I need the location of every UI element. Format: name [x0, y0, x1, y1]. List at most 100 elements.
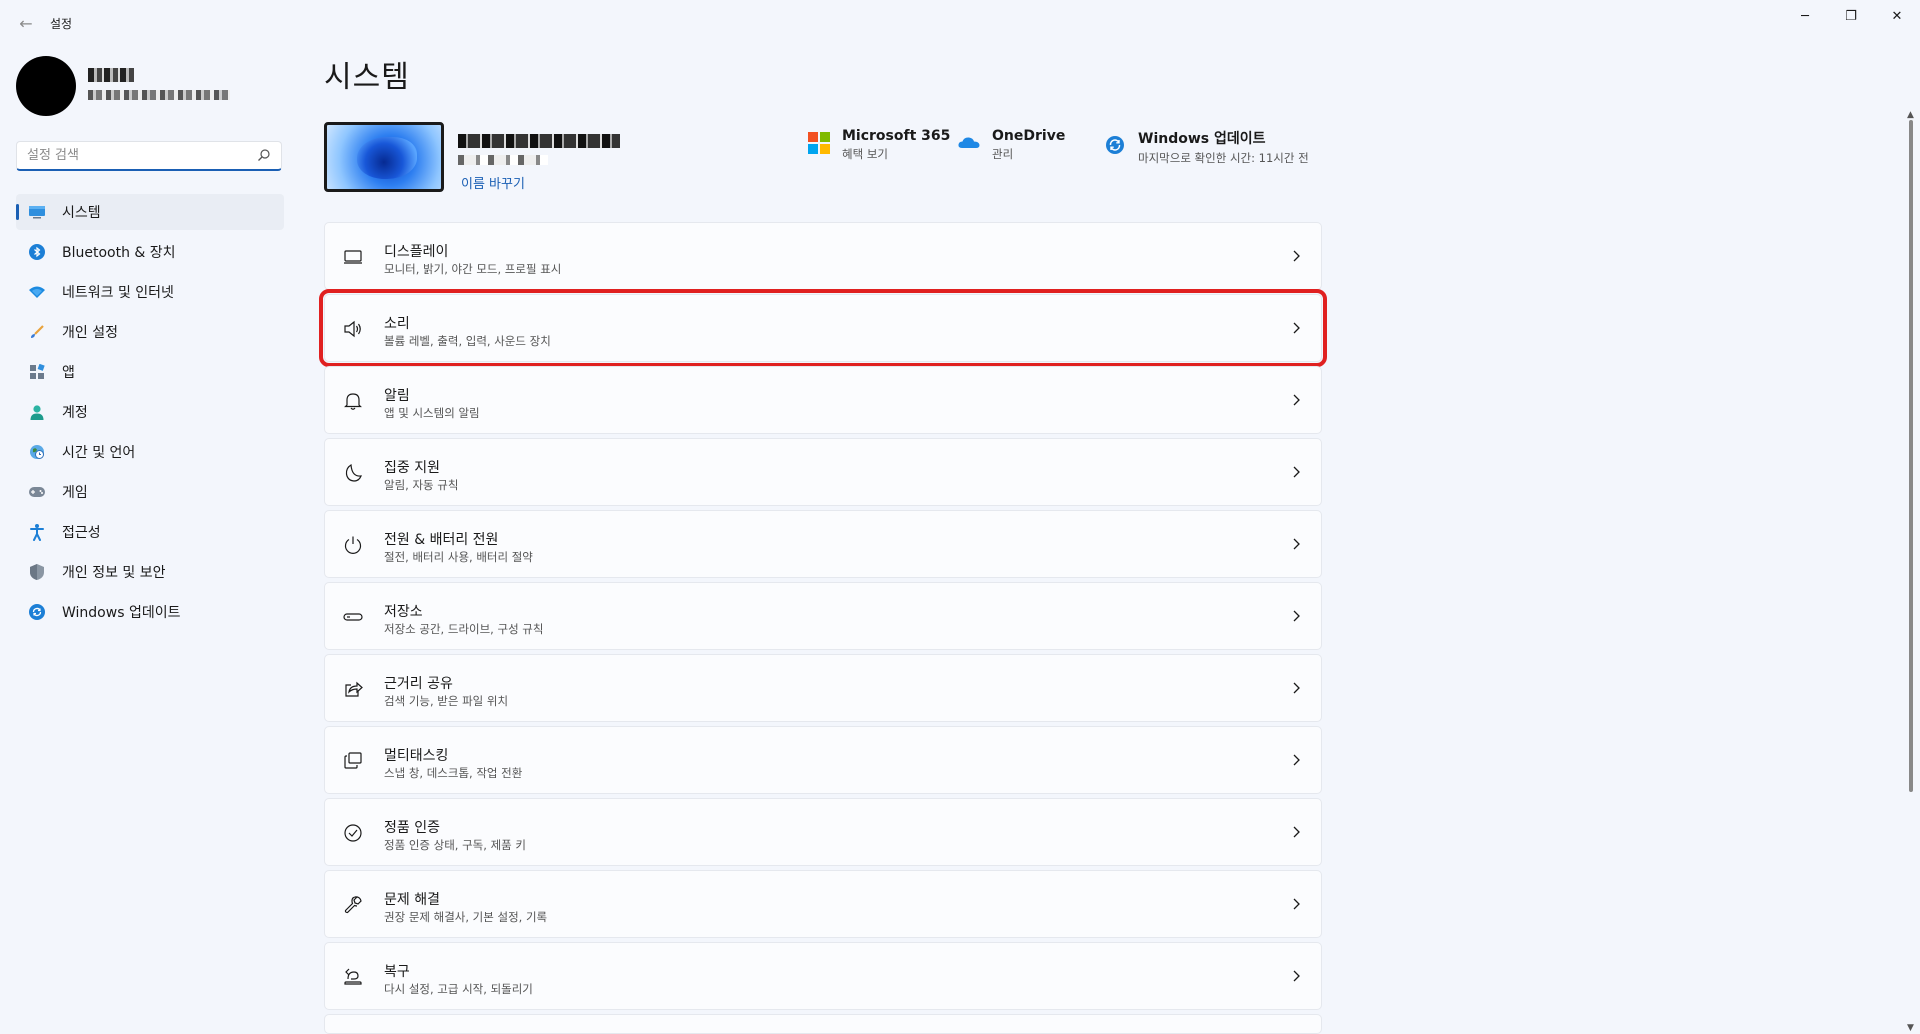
avatar[interactable] [16, 56, 76, 116]
settings-card-recovery[interactable]: 복구 다시 설정, 고급 시작, 되돌리기 [324, 942, 1322, 1010]
speaker-icon [344, 320, 361, 338]
settings-card-display[interactable]: 디스플레이 모니터, 밝기, 야간 모드, 프로필 표시 [324, 222, 1322, 290]
wifi-icon [28, 283, 46, 301]
bell-icon [344, 393, 362, 410]
sidebar-item-bluetooth[interactable]: Bluetooth & 장치 [16, 234, 284, 270]
page-title: 시스템 [324, 60, 410, 95]
quick-link-microsoft-365[interactable]: Microsoft 365 혜택 보기 [808, 128, 950, 162]
update-icon [1106, 136, 1124, 154]
user-name-redacted [88, 68, 134, 82]
sidebar-item-label: 네트워크 및 인터넷 [62, 285, 174, 301]
minimize-button[interactable]: ─ [1782, 0, 1828, 32]
sidebar-item-accessibility[interactable]: 접근성 [16, 514, 284, 550]
sidebar-item-label: 접근성 [62, 525, 101, 541]
card-title: 디스플레이 [384, 244, 449, 260]
close-button[interactable]: ✕ [1874, 0, 1920, 32]
search-box[interactable] [16, 141, 282, 171]
card-title: 복구 [384, 964, 410, 980]
sidebar-item-label: Bluetooth & 장치 [62, 245, 176, 261]
quick-link-title: Microsoft 365 [842, 128, 951, 144]
quick-link-subtitle: 혜택 보기 [842, 147, 888, 161]
back-arrow-icon: ← [19, 13, 33, 33]
chevron-right-icon [1293, 610, 1300, 622]
settings-card-troubleshoot[interactable]: 문제 해결 권장 문제 해결사, 기본 설정, 기록 [324, 870, 1322, 938]
sidebar-item-windows-update[interactable]: Windows 업데이트 [16, 594, 284, 630]
chevron-right-icon [1293, 682, 1300, 694]
minimize-icon: ─ [1801, 8, 1809, 24]
scroll-up-arrow-icon[interactable]: ▲ [1907, 110, 1914, 120]
search-input[interactable] [17, 142, 257, 168]
chevron-right-icon [1293, 754, 1300, 766]
chevron-right-icon [1293, 898, 1300, 910]
share-icon [345, 681, 363, 697]
chevron-right-icon [1293, 970, 1300, 982]
account-icon [28, 403, 46, 421]
settings-card-partial[interactable] [324, 1014, 1322, 1034]
sidebar-item-apps[interactable]: 앱 [16, 354, 284, 390]
card-title: 정품 인증 [384, 820, 440, 836]
settings-card-sound[interactable]: 소리 볼륨 레벨, 출력, 입력, 사운드 장치 [319, 289, 1327, 367]
settings-card-multitasking[interactable]: 멀티태스킹 스냅 창, 데스크톱, 작업 전환 [324, 726, 1322, 794]
display-icon [344, 250, 362, 264]
sidebar-item-label: 시간 및 언어 [62, 445, 136, 461]
card-subtitle: 스냅 창, 데스크톱, 작업 전환 [384, 766, 523, 780]
card-subtitle: 정품 인증 상태, 구독, 제품 키 [384, 838, 526, 852]
card-subtitle: 절전, 배터리 사용, 배터리 절약 [384, 550, 533, 564]
scroll-thumb[interactable] [1909, 120, 1913, 792]
power-icon [344, 536, 362, 554]
settings-card-activation[interactable]: 정품 인증 정품 인증 상태, 구독, 제품 키 [324, 798, 1322, 866]
sidebar-item-privacy[interactable]: 개인 정보 및 보안 [16, 554, 284, 590]
sidebar-item-time-language[interactable]: 시간 및 언어 [16, 434, 284, 470]
restore-icon: ❐ [1845, 8, 1857, 24]
card-title: 멀티태스킹 [384, 748, 449, 764]
card-subtitle: 다시 설정, 고급 시작, 되돌리기 [384, 982, 533, 996]
device-model-redacted [458, 155, 548, 165]
microsoft-logo-icon [808, 132, 830, 154]
settings-card-notifications[interactable]: 알림 앱 및 시스템의 알림 [324, 366, 1322, 434]
accessibility-icon [28, 523, 46, 541]
quick-link-subtitle: 관리 [992, 147, 1014, 161]
card-title: 소리 [384, 316, 410, 332]
brush-icon [28, 323, 46, 341]
card-title: 전원 & 배터리 전원 [384, 532, 499, 548]
quick-link-onedrive[interactable]: OneDrive 관리 [958, 128, 1065, 162]
vertical-scrollbar[interactable]: ▲ ▼ [1904, 104, 1918, 1033]
shield-icon [28, 563, 46, 581]
card-subtitle: 볼륨 레벨, 출력, 입력, 사운드 장치 [384, 334, 551, 348]
back-button[interactable]: ← [12, 10, 40, 36]
sidebar-item-label: 개인 설정 [62, 325, 118, 341]
sidebar-item-gaming[interactable]: 게임 [16, 474, 284, 510]
multitask-icon [344, 752, 362, 769]
sidebar-item-network[interactable]: 네트워크 및 인터넷 [16, 274, 284, 310]
card-title: 집중 지원 [384, 460, 440, 476]
sidebar-item-label: 게임 [62, 485, 88, 501]
card-subtitle: 앱 및 시스템의 알림 [384, 406, 480, 420]
settings-card-focus-assist[interactable]: 집중 지원 알림, 자동 규칙 [324, 438, 1322, 506]
quick-link-title: OneDrive [992, 128, 1066, 144]
rename-link[interactable]: 이름 바꾸기 [461, 173, 525, 192]
update-icon [28, 603, 46, 621]
sidebar-item-label: 시스템 [62, 205, 101, 221]
check-circle-icon [344, 824, 362, 842]
card-subtitle: 알림, 자동 규칙 [384, 478, 459, 492]
bluetooth-icon [28, 243, 46, 261]
sidebar-item-personalization[interactable]: 개인 설정 [16, 314, 284, 350]
search-icon[interactable] [257, 148, 271, 162]
settings-card-nearby-sharing[interactable]: 근거리 공유 검색 기능, 받은 파일 위치 [324, 654, 1322, 722]
sidebar-item-accounts[interactable]: 계정 [16, 394, 284, 430]
settings-card-power[interactable]: 전원 & 배터리 전원 절전, 배터리 사용, 배터리 절약 [324, 510, 1322, 578]
quick-link-windows-update[interactable]: Windows 업데이트 마지막으로 확인한 시간: 11시간 전 [1104, 128, 1324, 166]
maximize-button[interactable]: ❐ [1828, 0, 1874, 32]
chevron-right-icon [1293, 466, 1300, 478]
quick-link-subtitle: 마지막으로 확인한 시간: 11시간 전 [1138, 151, 1309, 165]
scroll-down-arrow-icon[interactable]: ▼ [1907, 1023, 1914, 1033]
user-email-redacted [88, 90, 230, 100]
device-wallpaper-thumbnail [324, 122, 444, 192]
sidebar-nav: 시스템 Bluetooth & 장치 네트워크 및 인터넷 개인 설정 앱 계정… [16, 194, 284, 634]
sidebar-item-system[interactable]: 시스템 [16, 194, 284, 230]
settings-card-storage[interactable]: 저장소 저장소 공간, 드라이브, 구성 규칙 [324, 582, 1322, 650]
onedrive-cloud-icon [958, 137, 980, 148]
close-icon: ✕ [1891, 8, 1903, 24]
card-subtitle: 권장 문제 해결사, 기본 설정, 기록 [384, 910, 548, 924]
card-title: 문제 해결 [384, 892, 440, 908]
